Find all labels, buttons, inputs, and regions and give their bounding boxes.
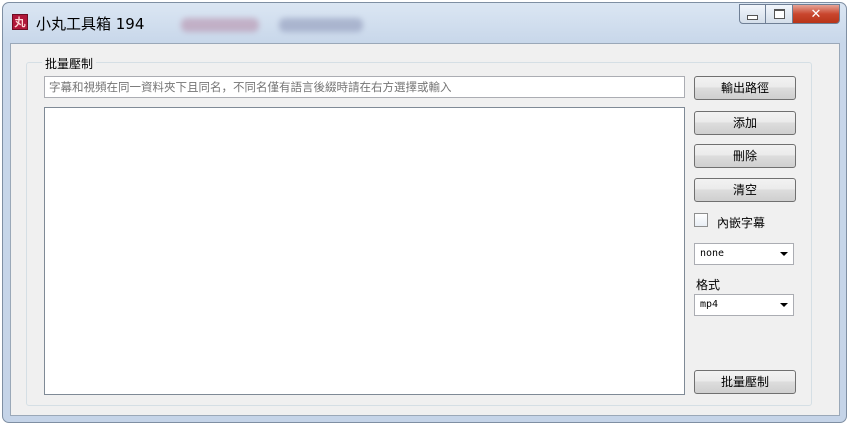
app-icon: 丸	[12, 14, 28, 30]
title-bar[interactable]: 丸 小丸工具箱 194 ✕	[3, 3, 846, 43]
blurred-region	[181, 18, 259, 32]
file-list[interactable]	[44, 107, 685, 395]
group-label: 批量壓制	[42, 55, 97, 72]
subtitle-suffix-select[interactable]: none	[694, 243, 794, 265]
chevron-down-icon	[780, 252, 788, 256]
minimize-button[interactable]	[739, 4, 766, 24]
format-select[interactable]: mp4	[694, 294, 794, 316]
format-value: mp4	[700, 299, 719, 310]
format-label: 格式	[696, 278, 721, 292]
clear-button[interactable]: 清空	[694, 178, 796, 202]
embed-subtitle-checkbox[interactable]	[694, 213, 708, 227]
embed-subtitle-label: 內嵌字幕	[717, 216, 766, 230]
close-icon: ✕	[810, 6, 822, 22]
output-path-button[interactable]: 輸出路徑	[694, 76, 796, 100]
batch-encode-button[interactable]: 批量壓制	[694, 370, 796, 394]
caption-buttons: ✕	[739, 4, 840, 24]
chevron-down-icon	[780, 303, 788, 307]
blurred-region	[279, 18, 363, 32]
add-button[interactable]: 添加	[694, 111, 796, 135]
close-button[interactable]: ✕	[793, 4, 840, 24]
delete-button[interactable]: 刪除	[694, 144, 796, 168]
maximize-icon	[773, 9, 785, 19]
subtitle-hint-input[interactable]	[44, 76, 685, 98]
minimize-icon	[747, 14, 758, 20]
maximize-button[interactable]	[766, 4, 793, 24]
subtitle-suffix-value: none	[700, 248, 725, 259]
window-title: 小丸工具箱 194	[36, 15, 145, 33]
